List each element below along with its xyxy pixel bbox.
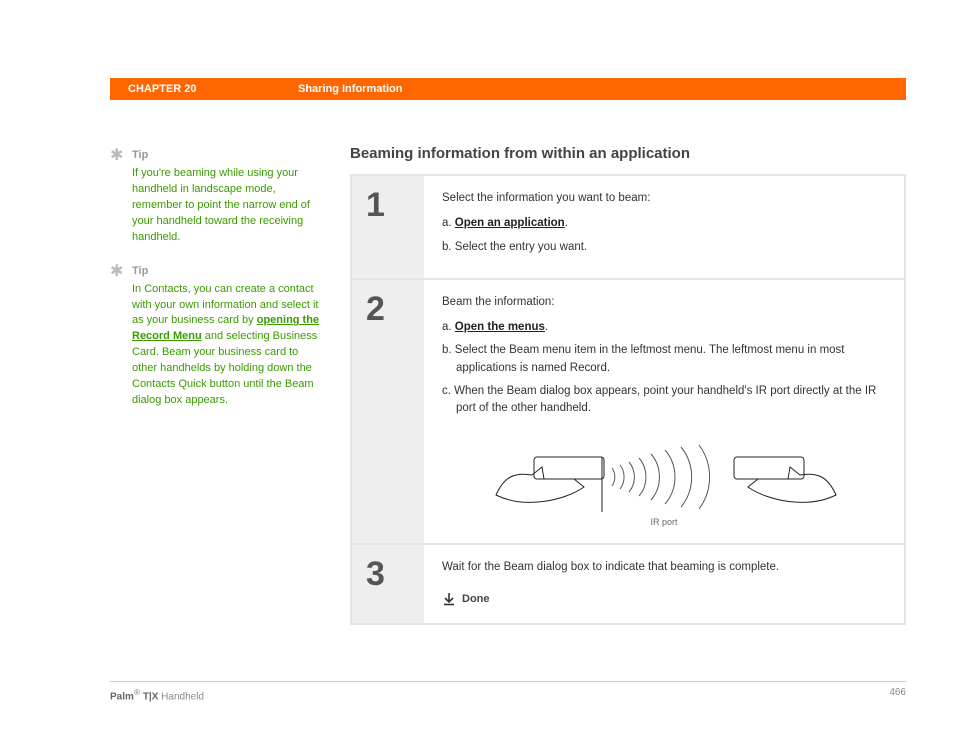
ir-beam-svg: [484, 427, 844, 527]
brand-name: Palm: [110, 691, 134, 702]
sub-after: .: [545, 321, 548, 333]
ir-port-label: IR port: [650, 516, 677, 530]
sub-text: Select the entry you want.: [455, 241, 587, 253]
sub-key: a.: [442, 321, 452, 333]
asterisk-icon: ✱: [110, 148, 124, 246]
open-menus-link[interactable]: Open the menus: [455, 321, 545, 333]
tip-label: Tip: [132, 148, 320, 164]
page: CHAPTER 20 Sharing Information ✱ Tip If …: [0, 0, 954, 738]
chapter-title: Sharing Information: [298, 83, 403, 95]
page-footer: Palm® T|X Handheld 466: [110, 681, 906, 702]
done-row: Done: [442, 591, 886, 608]
brand-rest: Handheld: [158, 691, 204, 702]
tip-body: Tip In Contacts, you can create a contac…: [132, 264, 320, 409]
asterisk-icon: ✱: [110, 264, 124, 409]
sub-item: b. Select the Beam menu item in the left…: [442, 342, 886, 377]
brand-model: T|X: [140, 691, 158, 702]
step-body: Beam the information: a. Open the menus.…: [424, 280, 904, 544]
sub-key: c.: [442, 385, 451, 397]
sub-item: c. When the Beam dialog box appears, poi…: [442, 383, 886, 418]
sub-after: .: [565, 217, 568, 229]
steps-container: 1 Select the information you want to bea…: [350, 174, 906, 625]
section-heading: Beaming information from within an appli…: [350, 145, 906, 162]
step-intro: Wait for the Beam dialog box to indicate…: [442, 559, 886, 576]
step: 3 Wait for the Beam dialog box to indica…: [352, 545, 904, 623]
sub-text: When the Beam dialog box appears, point …: [454, 385, 876, 414]
sub-key: b.: [442, 241, 452, 253]
main-column: Beaming information from within an appli…: [350, 145, 906, 625]
open-application-link[interactable]: Open an application: [455, 217, 565, 229]
sub-item: a. Open the menus.: [442, 319, 886, 336]
footer-brand: Palm® T|X Handheld: [110, 687, 204, 702]
chapter-header: CHAPTER 20 Sharing Information: [110, 78, 906, 100]
sub-key: a.: [442, 217, 452, 229]
step-number: 2: [352, 280, 424, 544]
tip-block: ✱ Tip In Contacts, you can create a cont…: [110, 264, 320, 409]
step-number: 1: [352, 176, 424, 278]
step: 1 Select the information you want to bea…: [352, 176, 904, 280]
sub-item: b. Select the entry you want.: [442, 239, 886, 256]
step: 2 Beam the information: a. Open the menu…: [352, 280, 904, 546]
sub-key: b.: [442, 344, 452, 356]
step-body: Select the information you want to beam:…: [424, 176, 904, 278]
tip-text: If you're beaming while using your handh…: [132, 167, 310, 243]
sub-text: Select the Beam menu item in the leftmos…: [455, 344, 845, 373]
step-number: 3: [352, 545, 424, 623]
chapter-number: CHAPTER 20: [128, 83, 298, 95]
step-body: Wait for the Beam dialog box to indicate…: [424, 545, 904, 623]
step-intro: Select the information you want to beam:: [442, 190, 886, 207]
done-arrow-icon: [442, 592, 456, 606]
tip-block: ✱ Tip If you're beaming while using your…: [110, 148, 320, 246]
content-area: ✱ Tip If you're beaming while using your…: [110, 145, 906, 678]
ir-beam-illustration: IR port: [484, 427, 844, 527]
step-intro: Beam the information:: [442, 294, 886, 311]
sidebar-tips: ✱ Tip If you're beaming while using your…: [110, 148, 320, 427]
tip-label: Tip: [132, 264, 320, 280]
sub-item: a. Open an application.: [442, 215, 886, 232]
tip-body: Tip If you're beaming while using your h…: [132, 148, 320, 246]
page-number: 466: [889, 687, 906, 702]
done-label: Done: [462, 591, 490, 608]
tip-text: In Contacts, you can create a contact wi…: [132, 283, 319, 407]
